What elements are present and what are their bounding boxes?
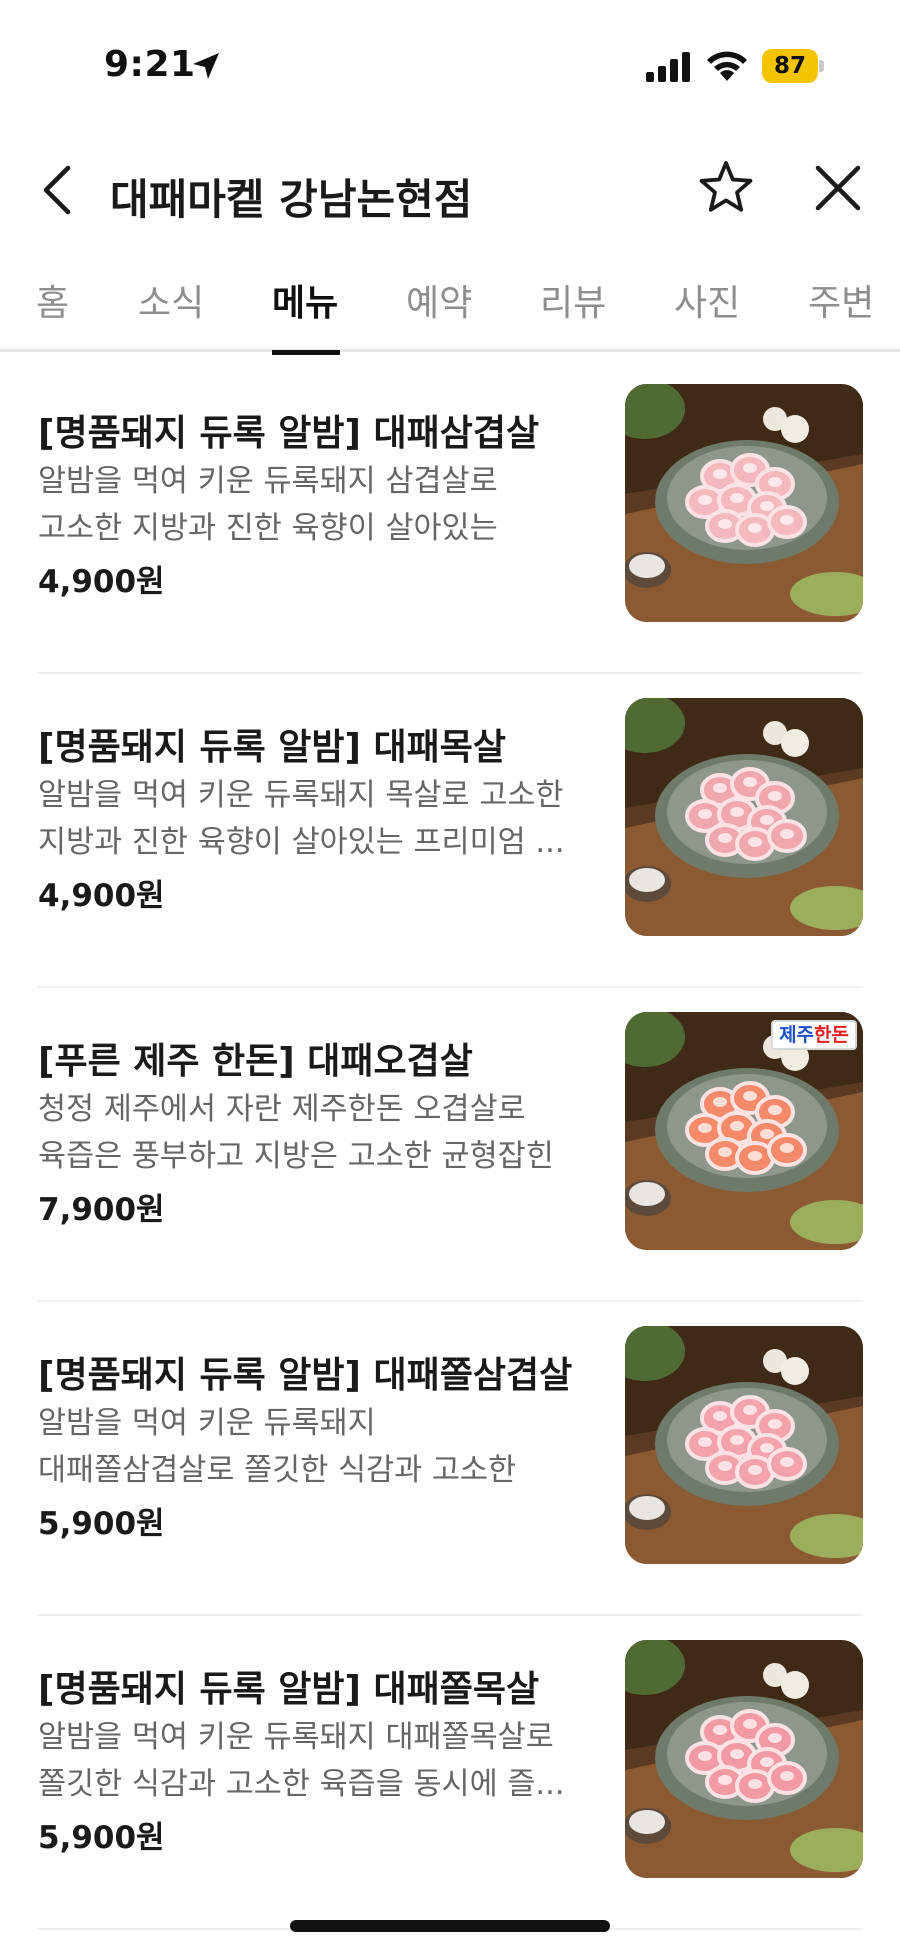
jeju-handdon-badge: 제주한돈 (771, 1020, 857, 1050)
menu-item-description: 알밤을 먹여 키운 듀록돼지 목살로 고소한 지방과 진한 육향이 살아있는 프… (38, 778, 565, 860)
header: 대패마켙 강남논현점 (0, 140, 900, 240)
menu-item-description: 알밤을 먹여 키운 듀록돼지 대패쫄삼겹살로 쫄깃한 식감과 고소한 육즙을 동… (38, 1406, 517, 1488)
menu-item-description: 알밤을 먹여 키운 듀록돼지 대패쫄목살로 쫄깃한 식감과 고소한 육즙을 동시… (38, 1720, 565, 1802)
status-bar: 9:21 87 (0, 0, 900, 130)
tab-nearby[interactable]: 주변 (808, 268, 874, 352)
cellular-signal-icon (646, 52, 690, 82)
active-tab-indicator (272, 350, 340, 355)
food-photo-illustration (625, 1640, 863, 1878)
menu-item-title: [명품돼지 듀록 알밤] 대패쫄목살 (38, 1669, 540, 1710)
tab-home[interactable]: 홈 (36, 268, 69, 352)
menu-item-photo (625, 1326, 863, 1564)
tab-menu[interactable]: 메뉴 (272, 268, 340, 355)
menu-item[interactable]: [명품돼지 듀록 알밤] 대패목살 알밤을 먹여 키운 듀록돼지 목살로 고소한… (0, 674, 900, 988)
tab-reviews[interactable]: 리뷰 (540, 268, 606, 352)
menu-item-title: [명품돼지 듀록 알밤] 대패목살 (38, 727, 506, 768)
status-time: 9:21 (104, 44, 196, 85)
menu-item-price: 7,900원 (38, 1192, 165, 1228)
menu-item-photo (625, 384, 863, 622)
menu-item-description: 청정 제주에서 자란 제주한돈 오겹살로 육즙은 풍부하고 지방은 고소한 균형… (38, 1092, 554, 1174)
chevron-left-icon[interactable] (36, 160, 80, 220)
menu-item-photo (625, 1640, 863, 1878)
tab-bar: 홈 소식 메뉴 예약 리뷰 사진 주변 (0, 268, 900, 355)
menu-item[interactable]: [명품돼지 듀록 알밤] 대패삼겹살 알밤을 먹여 키운 듀록돼지 삼겹살로 고… (0, 360, 900, 674)
close-icon[interactable] (812, 162, 864, 214)
food-photo-illustration (625, 1326, 863, 1564)
home-indicator (290, 1920, 610, 1932)
menu-item-photo: 제주한돈 (625, 1012, 863, 1250)
menu-item-price: 5,900원 (38, 1820, 165, 1856)
tab-menu-label: 메뉴 (272, 283, 339, 324)
battery-level: 87 (773, 53, 806, 79)
tab-photos[interactable]: 사진 (674, 268, 740, 352)
menu-item-price: 5,900원 (38, 1506, 165, 1542)
menu-item-price: 4,900원 (38, 564, 165, 600)
tab-news[interactable]: 소식 (138, 268, 204, 352)
food-photo-illustration (625, 384, 863, 622)
page-title: 대패마켙 강남논현점 (110, 175, 473, 224)
star-outline-icon[interactable] (696, 158, 756, 218)
location-arrow-icon (193, 53, 219, 79)
menu-item-title: [명품돼지 듀록 알밤] 대패쫄삼겹살 (38, 1355, 573, 1396)
wifi-icon (707, 51, 747, 81)
menu-item-photo (625, 698, 863, 936)
food-photo-illustration (625, 698, 863, 936)
tab-reservation[interactable]: 예약 (406, 268, 472, 352)
menu-item[interactable]: [명품돼지 듀록 알밤] 대패쫄목살 알밤을 먹여 키운 듀록돼지 대패쫄목살로… (0, 1616, 900, 1930)
menu-item[interactable]: [명품돼지 듀록 알밤] 대패쫄삼겹살 알밤을 먹여 키운 듀록돼지 대패쫄삼겹… (0, 1302, 900, 1616)
menu-item-price: 4,900원 (38, 878, 165, 914)
menu-item[interactable]: [푸른 제주 한돈] 대패오겹살 청정 제주에서 자란 제주한돈 오겹살로 육즙… (0, 988, 900, 1302)
menu-item-title: [푸른 제주 한돈] 대패오겹살 (38, 1041, 473, 1082)
menu-item-title: [명품돼지 듀록 알밤] 대패삼겹살 (38, 413, 540, 454)
menu-item-description: 알밤을 먹여 키운 듀록돼지 삼겹살로 고소한 지방과 진한 육향이 살아있는 … (38, 464, 498, 546)
battery-indicator: 87 (762, 49, 824, 83)
